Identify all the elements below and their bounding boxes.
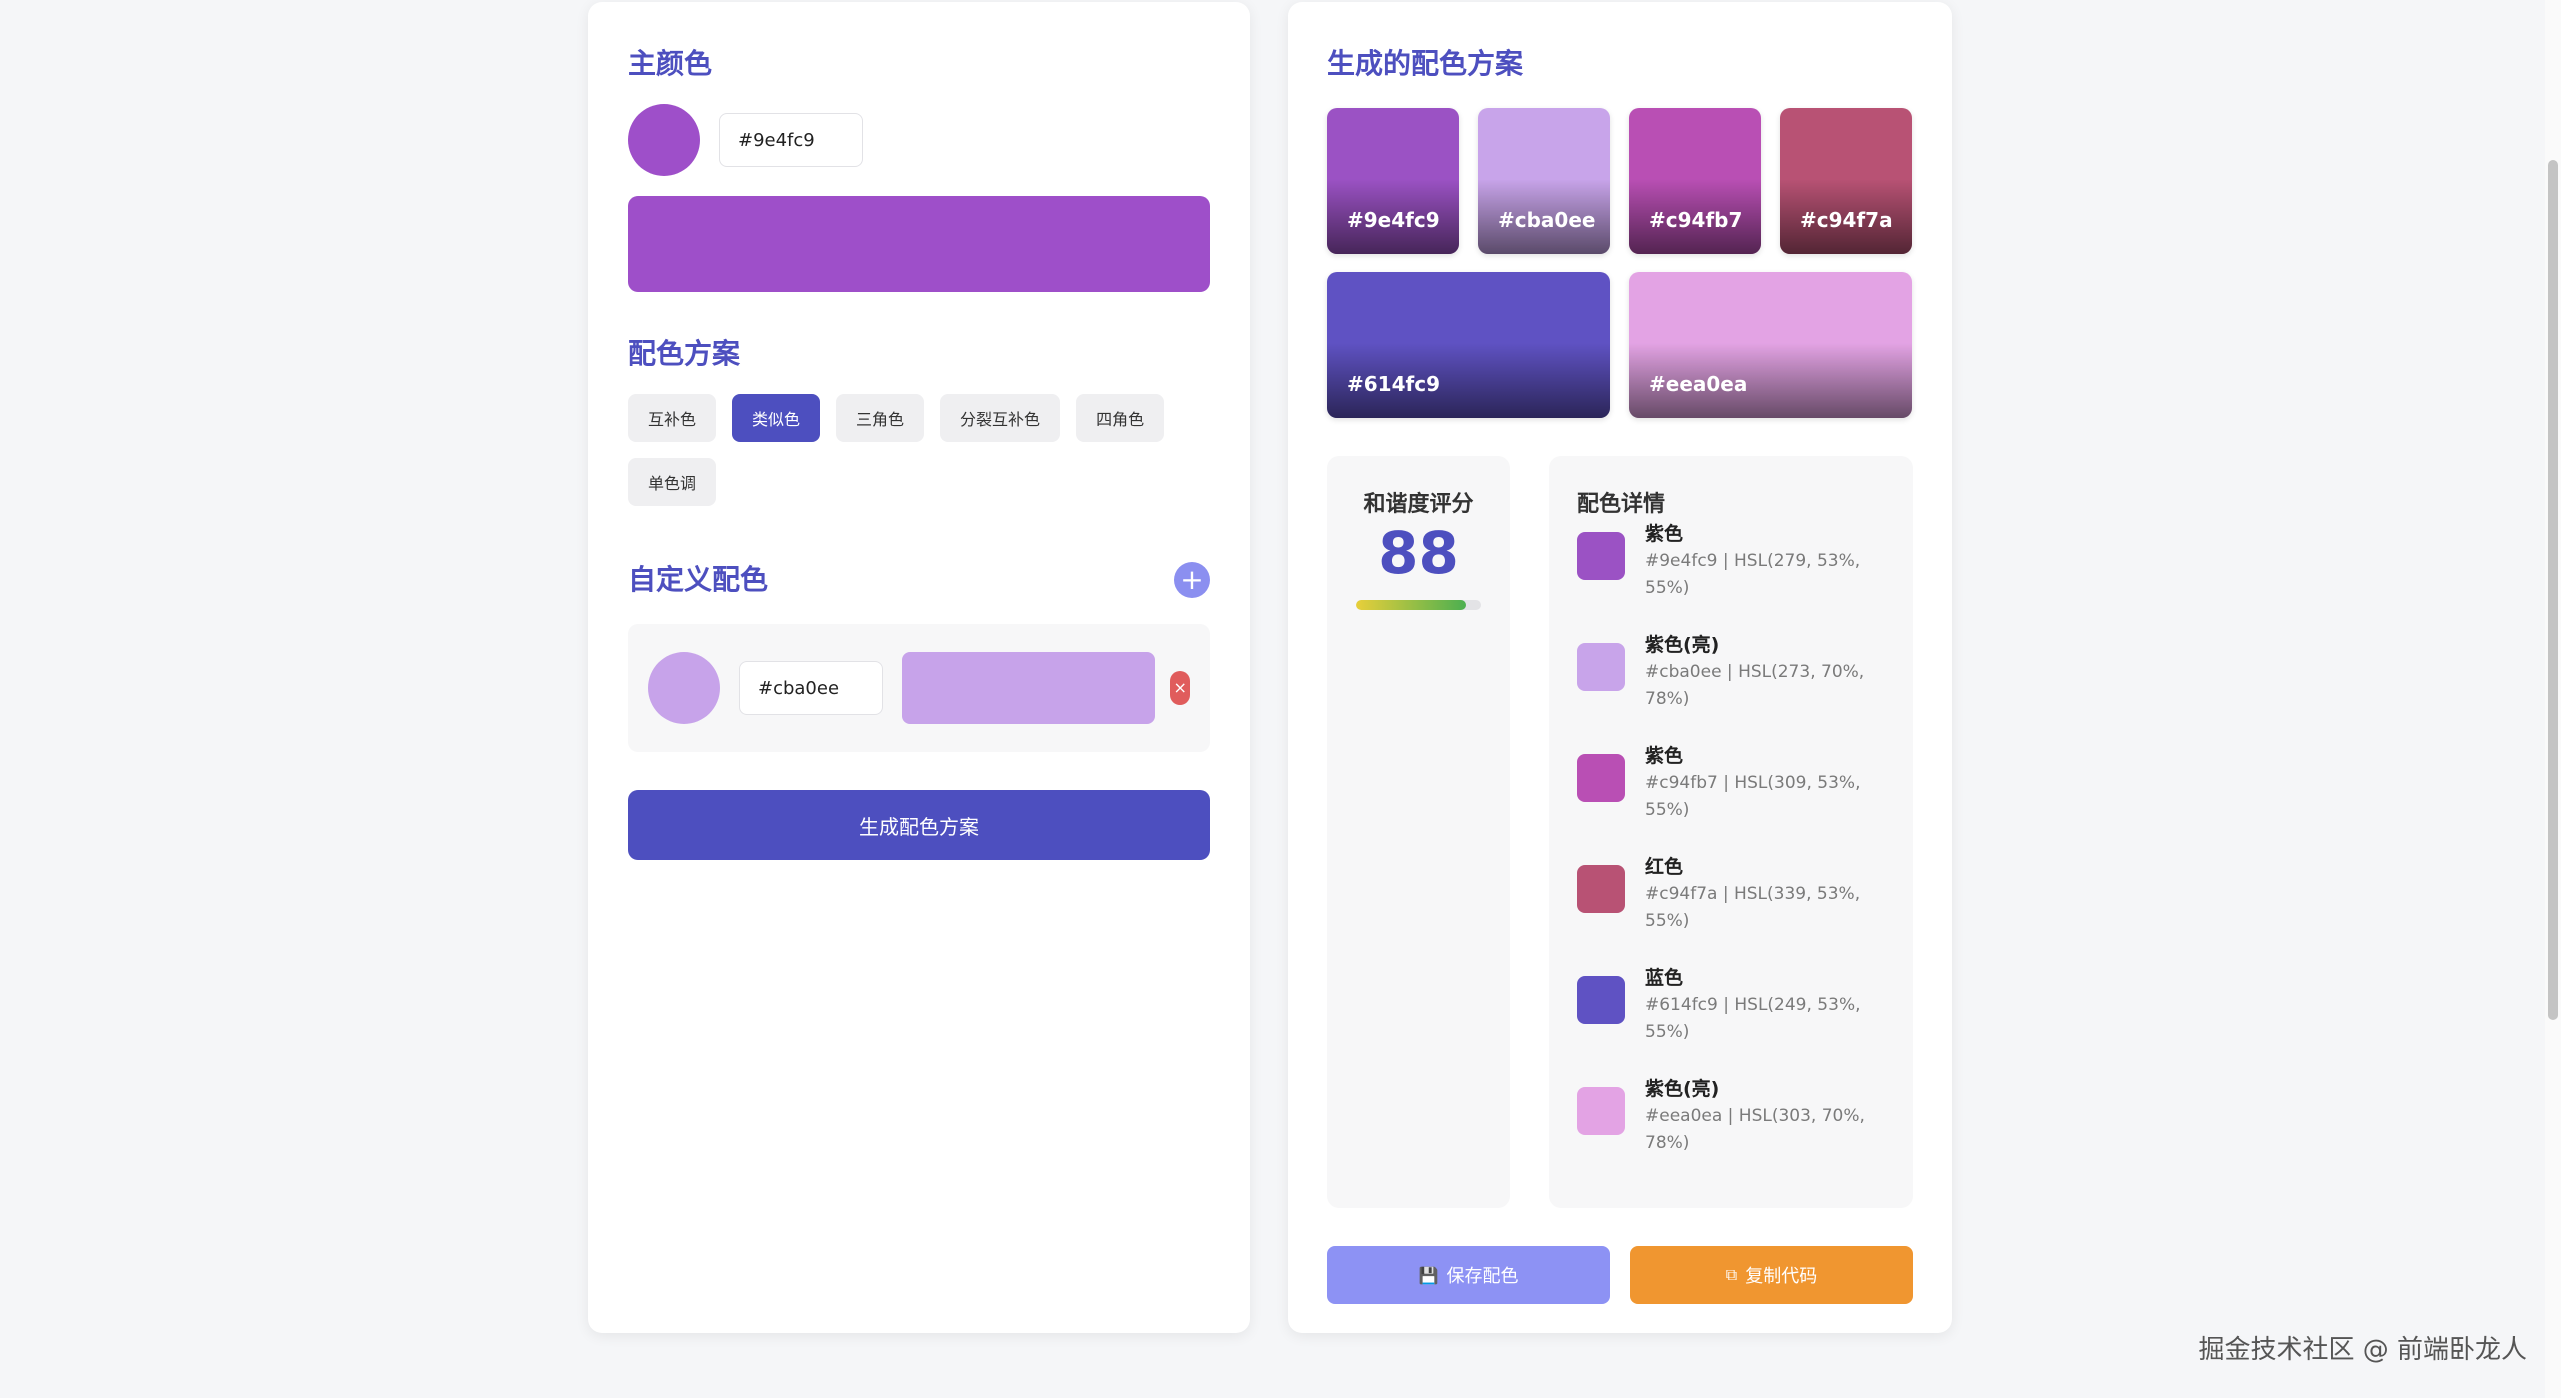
primary-hex-input[interactable] bbox=[719, 113, 863, 167]
harmony-title: 和谐度评分 bbox=[1363, 492, 1474, 517]
detail-item: 紫色(亮) #eea0ea | HSL(303, 70%, 78%) bbox=[1577, 1075, 1885, 1184]
palette-swatch[interactable]: #c94f7a bbox=[1780, 108, 1912, 254]
palette-swatch[interactable]: #cba0ee bbox=[1478, 108, 1610, 254]
scheme-buttons: 互补色 类似色 三角色 分裂互补色 四角色 单色调 bbox=[628, 394, 1228, 522]
scrollbar-track[interactable] bbox=[2545, 0, 2561, 1398]
detail-item: 紫色 #9e4fc9 | HSL(279, 53%, 55%) bbox=[1577, 520, 1885, 629]
detail-name: 紫色(亮) bbox=[1645, 634, 1720, 656]
results-card: 生成的配色方案 #9e4fc9 #cba0ee #c94fb7 #c94f7a … bbox=[1288, 2, 1952, 1333]
copy-icon: ⧉ bbox=[1725, 1265, 1738, 1284]
detail-swatch bbox=[1577, 532, 1625, 580]
detail-name: 紫色 bbox=[1645, 745, 1684, 767]
palette-title: 生成的配色方案 bbox=[1327, 47, 1524, 80]
primary-color-preview bbox=[628, 196, 1210, 292]
detail-text: 紫色(亮) #eea0ea | HSL(303, 70%, 78%) bbox=[1645, 1075, 1875, 1157]
detail-swatch bbox=[1577, 754, 1625, 802]
detail-info: #c94fb7 | HSL(309, 53%, 55%) bbox=[1645, 773, 1861, 820]
detail-info: #eea0ea | HSL(303, 70%, 78%) bbox=[1645, 1106, 1865, 1153]
details-title: 配色详情 bbox=[1577, 492, 1666, 517]
detail-item: 红色 #c94f7a | HSL(339, 53%, 55%) bbox=[1577, 853, 1885, 962]
harmony-score: 88 bbox=[1378, 519, 1459, 587]
palette-grid: #9e4fc9 #cba0ee #c94fb7 #c94f7a #614fc9 … bbox=[1327, 108, 1913, 418]
detail-info: #9e4fc9 | HSL(279, 53%, 55%) bbox=[1645, 551, 1861, 598]
primary-color-picker[interactable] bbox=[628, 104, 700, 176]
detail-text: 蓝色 #614fc9 | HSL(249, 53%, 55%) bbox=[1645, 964, 1875, 1046]
palette-swatch-hex: #9e4fc9 bbox=[1347, 208, 1440, 232]
detail-swatch bbox=[1577, 1087, 1625, 1135]
floppy-disk-icon: 💾 bbox=[1418, 1265, 1439, 1285]
generate-scheme-button[interactable]: 生成配色方案 bbox=[628, 790, 1210, 860]
detail-name: 红色 bbox=[1645, 856, 1684, 878]
palette-swatch-hex: #eea0ea bbox=[1649, 372, 1748, 396]
detail-swatch bbox=[1577, 643, 1625, 691]
primary-color-row bbox=[628, 104, 1210, 176]
detail-name: 紫色 bbox=[1645, 523, 1684, 545]
details-panel: 配色详情 紫色 #9e4fc9 | HSL(279, 53%, 55%) 紫色(… bbox=[1549, 456, 1913, 1208]
detail-name: 紫色(亮) bbox=[1645, 1078, 1720, 1100]
copy-code-button[interactable]: ⧉ 复制代码 bbox=[1630, 1246, 1913, 1304]
palette-swatch-hex: #cba0ee bbox=[1498, 208, 1596, 232]
detail-info: #c94f7a | HSL(339, 53%, 55%) bbox=[1645, 884, 1861, 931]
custom-color-row: × bbox=[628, 624, 1210, 752]
detail-item: 紫色(亮) #cba0ee | HSL(273, 70%, 78%) bbox=[1577, 631, 1885, 740]
scheme-triadic-button[interactable]: 三角色 bbox=[836, 394, 925, 442]
controls-card: 主颜色 配色方案 互补色 类似色 三角色 分裂互补色 四角色 单色调 自定义配色… bbox=[588, 2, 1250, 1333]
scheme-monochrome-button[interactable]: 单色调 bbox=[628, 458, 717, 506]
detail-text: 紫色(亮) #cba0ee | HSL(273, 70%, 78%) bbox=[1645, 631, 1875, 713]
detail-swatch bbox=[1577, 976, 1625, 1024]
scrollbar-thumb[interactable] bbox=[2548, 160, 2558, 1020]
custom-colors-title: 自定义配色 bbox=[628, 563, 769, 596]
scheme-analogous-button[interactable]: 类似色 bbox=[732, 394, 821, 442]
detail-swatch bbox=[1577, 865, 1625, 913]
palette-swatch-hex: #614fc9 bbox=[1347, 372, 1440, 396]
custom-hex-input[interactable] bbox=[739, 661, 883, 715]
add-custom-color-button[interactable]: + bbox=[1174, 562, 1210, 598]
stats-row: 和谐度评分 88 配色详情 紫色 #9e4fc9 | HSL(279, 53%,… bbox=[1327, 456, 1913, 1208]
detail-info: #cba0ee | HSL(273, 70%, 78%) bbox=[1645, 662, 1865, 709]
detail-info: #614fc9 | HSL(249, 53%, 55%) bbox=[1645, 995, 1861, 1042]
palette-swatch[interactable]: #eea0ea bbox=[1629, 272, 1912, 418]
copy-code-label: 复制代码 bbox=[1745, 1266, 1818, 1287]
schemes-title: 配色方案 bbox=[628, 337, 741, 370]
harmony-panel: 和谐度评分 88 bbox=[1327, 456, 1510, 1208]
palette-swatch[interactable]: #9e4fc9 bbox=[1327, 108, 1459, 254]
palette-swatch-hex: #c94f7a bbox=[1800, 208, 1893, 232]
palette-swatch[interactable]: #614fc9 bbox=[1327, 272, 1610, 418]
custom-color-picker[interactable] bbox=[648, 652, 720, 724]
scheme-tetradic-button[interactable]: 四角色 bbox=[1076, 394, 1165, 442]
detail-text: 紫色 #9e4fc9 | HSL(279, 53%, 55%) bbox=[1645, 520, 1875, 602]
custom-colors-header: 自定义配色 + bbox=[628, 560, 1210, 600]
scheme-complementary-button[interactable]: 互补色 bbox=[628, 394, 717, 442]
remove-custom-color-button[interactable]: × bbox=[1170, 671, 1190, 705]
scheme-split-complementary-button[interactable]: 分裂互补色 bbox=[940, 394, 1061, 442]
action-row: 💾 保存配色 ⧉ 复制代码 bbox=[1327, 1246, 1913, 1304]
detail-text: 红色 #c94f7a | HSL(339, 53%, 55%) bbox=[1645, 853, 1875, 935]
save-palette-button[interactable]: 💾 保存配色 bbox=[1327, 1246, 1610, 1304]
save-palette-label: 保存配色 bbox=[1446, 1266, 1519, 1287]
page: 主颜色 配色方案 互补色 类似色 三角色 分裂互补色 四角色 单色调 自定义配色… bbox=[0, 0, 2561, 1398]
harmony-progress-track bbox=[1356, 600, 1481, 610]
palette-swatch-hex: #c94fb7 bbox=[1649, 208, 1743, 232]
watermark: 掘金技术社区 @ 前端卧龙人 bbox=[2198, 1335, 2527, 1365]
primary-color-title: 主颜色 bbox=[628, 47, 713, 80]
detail-text: 紫色 #c94fb7 | HSL(309, 53%, 55%) bbox=[1645, 742, 1875, 824]
custom-color-preview bbox=[902, 652, 1156, 724]
detail-item: 紫色 #c94fb7 | HSL(309, 53%, 55%) bbox=[1577, 742, 1885, 851]
detail-name: 蓝色 bbox=[1645, 967, 1684, 989]
harmony-progress-fill bbox=[1356, 600, 1466, 610]
palette-swatch[interactable]: #c94fb7 bbox=[1629, 108, 1761, 254]
detail-item: 蓝色 #614fc9 | HSL(249, 53%, 55%) bbox=[1577, 964, 1885, 1073]
